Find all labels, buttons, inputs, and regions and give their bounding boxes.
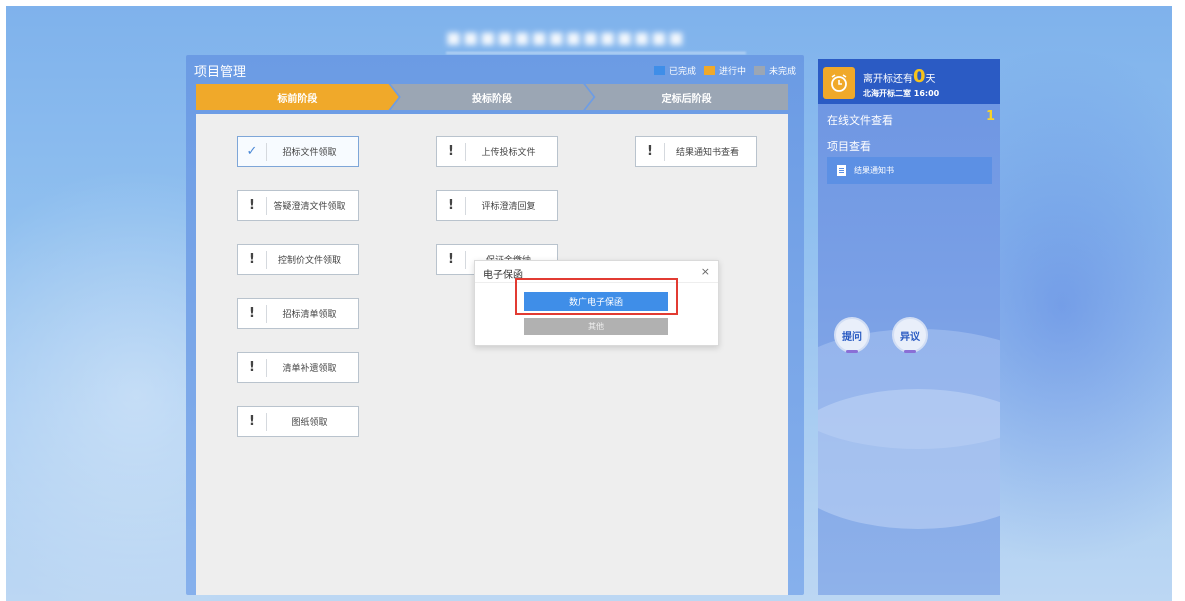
exclamation-icon: !	[249, 414, 255, 429]
legend-completed: 已完成	[653, 64, 696, 77]
task-label: 评标澄清回复	[481, 202, 536, 212]
legend-label-completed: 已完成	[668, 67, 696, 77]
stage-tab-pre-bid[interactable]: 标前阶段	[196, 84, 399, 110]
stage-progress-bar: 标前阶段 投标阶段 定标后阶段	[196, 84, 789, 110]
objection-button[interactable]: 异议	[892, 317, 928, 353]
ask-question-button[interactable]: 提问	[834, 317, 870, 353]
countdown-text: 离开标还有0天	[863, 66, 936, 87]
other-guarantee-button[interactable]: 其他	[524, 318, 668, 335]
status-legend: 已完成 进行中 未完成	[653, 64, 796, 77]
title-underline	[446, 52, 746, 54]
task-label: 招标清单领取	[282, 310, 337, 320]
task-bill-addendum[interactable]: ! 清单补遗领取	[237, 352, 359, 383]
online-files-label: 在线文件查看	[827, 114, 893, 127]
task-control-price-document[interactable]: ! 控制价文件领取	[237, 244, 359, 275]
site-title: ■■■■■■■■■■■■■■	[446, 28, 686, 47]
countdown-prefix: 离开标还有	[863, 74, 913, 85]
task-tender-document[interactable]: ✓ 招标文件领取	[237, 136, 359, 167]
doc-item-label: 结果通知书	[854, 166, 894, 175]
legend-swatch-in-progress	[703, 66, 715, 75]
e-guarantee-dialog: 电子保函 × 数广电子保函 其他	[474, 260, 719, 346]
online-files-count: 1	[985, 109, 995, 124]
task-evaluation-clarification-reply[interactable]: ! 评标澄清回复	[436, 190, 558, 221]
decorative-wave	[818, 389, 1000, 529]
legend-not-completed: 未完成	[753, 64, 796, 77]
exclamation-icon: !	[647, 144, 653, 159]
legend-label-not-completed: 未完成	[768, 67, 796, 77]
task-label: 控制价文件领取	[277, 256, 341, 266]
task-content-area: ✓ 招标文件领取 ! 答疑澄清文件领取 ! 控制价文件领取 ! 招标清单领取 !…	[196, 114, 788, 595]
shuguang-e-guarantee-button[interactable]: 数广电子保函	[524, 292, 668, 311]
task-upload-bid-file[interactable]: ! 上传投标文件	[436, 136, 558, 167]
task-drawings[interactable]: ! 图纸领取	[237, 406, 359, 437]
alarm-clock-icon	[823, 67, 855, 99]
panel-title: 项目管理	[194, 65, 247, 80]
countdown-banner: 离开标还有0天 北海开标二室 16:00	[818, 59, 1000, 104]
exclamation-icon: !	[448, 252, 454, 267]
stage-tab-bidding[interactable]: 投标阶段	[390, 84, 594, 110]
close-icon[interactable]: ×	[701, 265, 710, 278]
task-label: 招标文件领取	[282, 148, 337, 158]
dialog-title: 电子保函	[483, 270, 523, 281]
right-sidebar: 离开标还有0天 北海开标二室 16:00 在线文件查看 1 项目查看 结果通知书…	[818, 59, 1000, 595]
task-label: 清单补遗领取	[282, 364, 337, 374]
legend-in-progress: 进行中	[703, 64, 746, 77]
exclamation-icon: !	[249, 198, 255, 213]
legend-swatch-not-completed	[753, 66, 765, 75]
task-bill-of-quantities[interactable]: ! 招标清单领取	[237, 298, 359, 329]
task-label: 上传投标文件	[481, 148, 536, 158]
bid-room-time: 北海开标二室 16:00	[863, 89, 940, 98]
legend-label-in-progress: 进行中	[718, 67, 746, 77]
document-icon	[837, 165, 846, 176]
legend-swatch-completed	[653, 66, 665, 75]
task-result-notice[interactable]: ! 结果通知书查看	[635, 136, 757, 167]
online-files-row[interactable]: 在线文件查看 1	[827, 109, 995, 128]
task-label: 答疑澄清文件领取	[273, 202, 346, 212]
stage-tab-post-award[interactable]: 定标后阶段	[585, 84, 789, 110]
dialog-divider	[475, 282, 718, 283]
countdown-unit: 天	[925, 74, 936, 85]
task-clarification-document[interactable]: ! 答疑澄清文件领取	[237, 190, 359, 221]
exclamation-icon: !	[448, 198, 454, 213]
project-view-title: 项目查看	[827, 140, 871, 153]
exclamation-icon: !	[448, 144, 454, 159]
exclamation-icon: !	[249, 360, 255, 375]
exclamation-icon: !	[249, 252, 255, 267]
check-icon: ✓	[246, 144, 258, 159]
countdown-days: 0	[913, 66, 926, 87]
result-notice-doc-item[interactable]: 结果通知书	[827, 157, 992, 184]
task-label: 图纸领取	[291, 418, 328, 428]
task-label: 结果通知书查看	[675, 148, 739, 158]
exclamation-icon: !	[249, 306, 255, 321]
